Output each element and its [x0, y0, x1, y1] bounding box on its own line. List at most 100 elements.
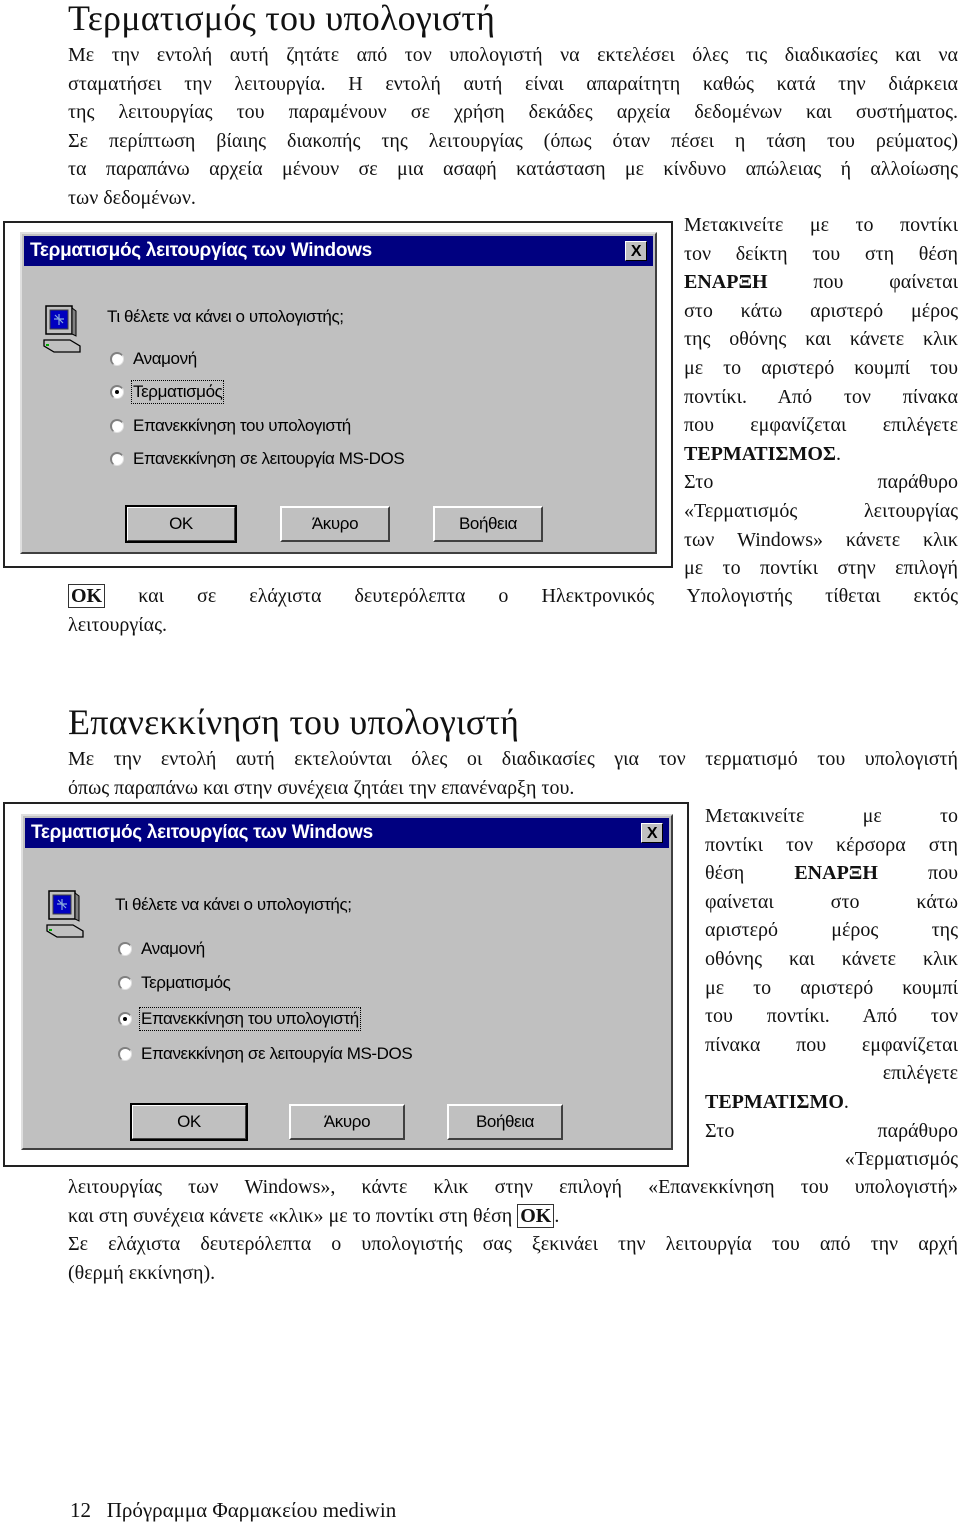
text-line: σταματήσει την λειτουργία. Η εντολή αυτή…	[68, 72, 958, 95]
ok-keyword: OK	[68, 584, 106, 608]
page-number: 12	[70, 1498, 91, 1522]
radio-icon[interactable]	[118, 976, 132, 990]
radio-option-standby[interactable]: Αναμονή	[118, 939, 205, 959]
radio-option-restart[interactable]: Επανεκκίνηση του υπολογιστή	[118, 1007, 361, 1031]
text-line: Με την εντολή αυτή ζητάτε από τον υπολογ…	[68, 44, 958, 66]
text-line: OK και σε ελάχιστα δευτερόλεπτα ο Ηλεκτρ…	[68, 582, 958, 611]
radio-option-shutdown[interactable]: Τερματισμός	[118, 973, 231, 993]
radio-option-restart-msdos[interactable]: Επανεκκίνηση σε λειτουργία MS-DOS	[110, 449, 405, 469]
text-line: Σε περίπτωση βίαιης διακοπής της λειτουρ…	[68, 129, 958, 152]
text-line: ποντίκι τον κέρσορα στη	[705, 833, 958, 856]
dialog-prompt: Τι θέλετε να κάνει ο υπολογιστής;	[107, 307, 344, 326]
radio-label: Τερματισμός	[130, 380, 225, 404]
dialog-screenshot-frame-1: Τερματισμός λειτουργίας των Windows X Τι…	[3, 221, 673, 568]
close-icon: X	[630, 243, 642, 260]
text-line: των Windows» κάνετε κλικ	[684, 528, 958, 551]
radio-icon[interactable]	[118, 942, 132, 956]
text-line: και στη συνέχεια κάνετε «κλικ» με το πον…	[68, 1203, 560, 1228]
restart-instructions: Μετακινείτε με το ποντίκι τον κέρσορα στ…	[705, 802, 958, 1174]
radio-icon[interactable]	[118, 1047, 132, 1061]
text-line: λειτουργίας.	[68, 613, 168, 636]
radio-label: Επανεκκίνηση σε λειτουργία MS-DOS	[141, 1044, 413, 1063]
text-line: των δεδομένων.	[68, 186, 196, 209]
radio-checked-icon[interactable]	[110, 385, 124, 399]
restart-intro-paragraph: Με την εντολή αυτή εκτελούνται όλες οι δ…	[68, 745, 958, 802]
text-line: επιλέγετε	[882, 1062, 958, 1085]
text-line: με το ποντίκι στην επιλογή	[684, 557, 958, 580]
shutdown-intro-paragraph: Με την εντολή αυτή ζητάτε από τον υπολογ…	[68, 41, 958, 213]
footer-title: Πρόγραμμα Φαρμακείου mediwin	[106, 1498, 397, 1522]
text-line: «Τερματισμός λειτουργίας	[684, 499, 958, 522]
dialog-prompt: Τι θέλετε να κάνει ο υπολογιστής;	[115, 895, 352, 914]
text-line: φαίνεται στο κάτω	[705, 890, 958, 913]
cancel-button[interactable]: Άκυρο	[289, 1104, 405, 1140]
text-line: της οθόνης και κάνετε κλικ	[684, 328, 958, 351]
radio-label: Επανεκκίνηση σε λειτουργία MS-DOS	[133, 449, 405, 468]
restart-dialog: Τερματισμός λειτουργίας των Windows X Τι…	[21, 814, 673, 1150]
ok-button[interactable]: OK	[125, 505, 237, 543]
radio-option-restart[interactable]: Επανεκκίνηση του υπολογιστή	[110, 416, 351, 436]
text-line: «Τερματισμός	[844, 1148, 958, 1171]
text-line: Στο παράθυρο	[684, 471, 958, 494]
text-line: Στο παράθυρο	[705, 1119, 958, 1142]
text-line: της λειτουργίας του παραμένουν σε χρήση …	[68, 101, 958, 124]
help-button[interactable]: Βοήθεια	[447, 1104, 563, 1140]
text-line: Μετακινείτε με το ποντίκι	[684, 214, 958, 236]
shutdown-instructions: Μετακινείτε με το ποντίκι τον δείκτη του…	[684, 211, 958, 583]
shutdown-dialog: Τερματισμός λειτουργίας των Windows X Τι…	[20, 232, 657, 554]
start-keyword: ΕΝΑΡΞΗ	[684, 271, 768, 294]
page-footer: 12 Πρόγραμμα Φαρμακείου mediwin	[70, 1498, 396, 1523]
computer-icon	[43, 305, 81, 353]
text-line: με το αριστερό κουμπί	[705, 976, 958, 999]
computer-icon	[46, 890, 84, 938]
close-button[interactable]: X	[625, 241, 647, 261]
restart-conclusion: λειτουργίας των Windows», κάντε κλικ στη…	[68, 1173, 958, 1287]
text-line: (θερμή εκκίνηση).	[68, 1261, 216, 1284]
shutdown-conclusion: OK και σε ελάχιστα δευτερόλεπτα ο Ηλεκτρ…	[68, 582, 958, 639]
text-line: θέση ΕΝΑΡΞΗ που	[705, 862, 959, 885]
help-button[interactable]: Βοήθεια	[433, 506, 543, 542]
text-line: όπως παραπάνω και στην συνέχεια ζητάει τ…	[68, 776, 575, 799]
text-line: Σε ελάχιστα δευτερόλεπτα ο υπολογιστής σ…	[68, 1233, 958, 1256]
dialog-title: Τερματισμός λειτουργίας των Windows	[31, 822, 373, 843]
text-line: τα παραπάνω αρχεία μένουν σε μια ασαφή κ…	[68, 158, 958, 181]
radio-checked-icon[interactable]	[118, 1012, 132, 1026]
shutdown-keyword: ΤΕΡΜΑΤΙΣΜΟΣ	[684, 442, 836, 465]
dialog-titlebar: Τερματισμός λειτουργίας των Windows X	[24, 236, 653, 266]
radio-option-restart-msdos[interactable]: Επανεκκίνηση σε λειτουργία MS-DOS	[118, 1044, 413, 1064]
text-line: οθόνης και κάνετε κλικ	[705, 947, 958, 970]
section-heading-restart: Επανεκκίνηση του υπολογιστή	[68, 702, 520, 742]
radio-label: Επανεκκίνηση του υπολογιστή	[133, 416, 351, 435]
ok-button[interactable]: OK	[130, 1103, 248, 1141]
radio-icon[interactable]	[110, 352, 124, 366]
text-line: αριστερό μέρος της	[705, 919, 958, 942]
ok-keyword: OK	[517, 1203, 555, 1228]
text-line: Με την εντολή αυτή εκτελούνται όλες οι δ…	[68, 748, 958, 770]
dialog-title: Τερματισμός λειτουργίας των Windows	[30, 240, 372, 261]
start-keyword: ΕΝΑΡΞΗ	[794, 862, 878, 885]
cancel-button[interactable]: Άκυρο	[280, 506, 390, 542]
text-line: πίνακα που εμφανίζεται	[705, 1033, 958, 1056]
radio-label: Αναμονή	[133, 349, 197, 368]
close-icon: X	[646, 825, 658, 842]
text-line: ΕΝΑΡΞΗ που φαίνεται	[684, 271, 958, 294]
text-line: ΤΕΡΜΑΤΙΣΜΟΣ.	[684, 442, 841, 465]
text-line: του ποντίκι. Από τον	[705, 1005, 958, 1028]
radio-icon[interactable]	[110, 452, 124, 466]
close-button[interactable]: X	[641, 823, 663, 843]
radio-label: Επανεκκίνηση του υπολογιστή	[139, 1007, 361, 1031]
text-line: ποντίκι. Από τον πίνακα	[684, 385, 958, 408]
radio-icon[interactable]	[110, 419, 124, 433]
text-line: στο κάτω αριστερό μέρος	[684, 299, 958, 322]
radio-label: Τερματισμός	[141, 973, 231, 992]
radio-option-standby[interactable]: Αναμονή	[110, 349, 197, 369]
text-line: λειτουργίας των Windows», κάντε κλικ στη…	[68, 1176, 958, 1198]
section-heading-shutdown: Τερματισμός του υπολογιστή	[68, 0, 496, 38]
text-line: τον δείκτη του στη θέση	[684, 242, 958, 265]
radio-option-shutdown[interactable]: Τερματισμός	[110, 380, 225, 404]
dialog-titlebar: Τερματισμός λειτουργίας των Windows X	[25, 818, 669, 848]
text-line: με το αριστερό κουμπί του	[684, 356, 958, 379]
text-line: που εμφανίζεται επιλέγετε	[684, 414, 958, 437]
text-line: Μετακινείτε με το	[705, 805, 958, 827]
dialog-screenshot-frame-2: Τερματισμός λειτουργίας των Windows X Τι…	[3, 802, 689, 1167]
